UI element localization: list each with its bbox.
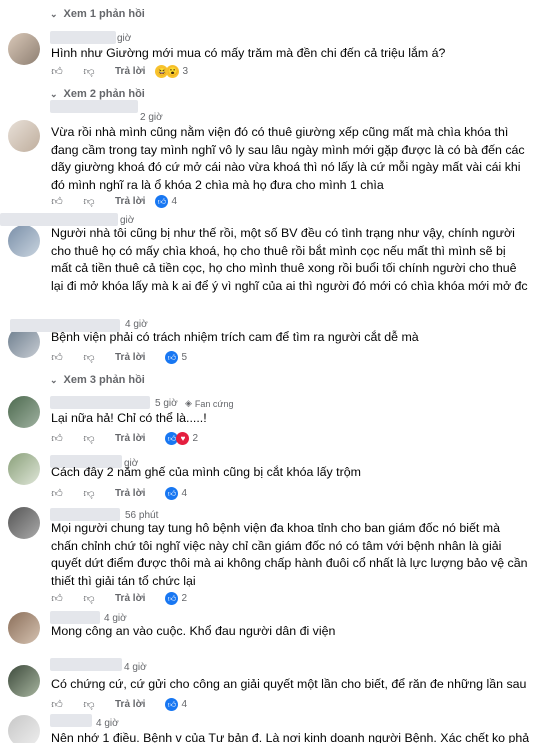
comment-text: Lại nữa hả! Chỉ có thể là.....! xyxy=(51,411,207,425)
comment-actions: 👍︎ 👎︎ Trả lời 👍︎ 2 xyxy=(51,592,187,605)
author-name-redacted xyxy=(50,31,116,44)
comment-text: Người nhà tôi cũng bị như thế rồi, một s… xyxy=(51,226,528,293)
reply-button[interactable]: Trả lời xyxy=(115,196,145,207)
avatar[interactable] xyxy=(8,225,40,257)
author-name-redacted xyxy=(50,396,150,409)
comment-actions: 👍︎ 👎︎ Trả lời 👍︎ 4 xyxy=(51,195,177,208)
avatar[interactable] xyxy=(8,453,40,485)
thumbs-down-icon[interactable]: 👎︎ xyxy=(83,488,95,500)
reply-button[interactable]: Trả lời xyxy=(115,66,145,77)
like-icon: 👍︎ xyxy=(165,592,179,605)
thumbs-up-icon[interactable]: 👍︎ xyxy=(51,196,63,208)
diamond-icon: ◈ xyxy=(185,398,192,408)
reaction-summary[interactable]: 👍︎ 4 xyxy=(155,195,177,208)
view-replies-link[interactable]: ⌄ Xem 3 phản hồi xyxy=(50,374,145,386)
avatar[interactable] xyxy=(8,612,40,644)
fan-badge: ◈ Fan cứng xyxy=(185,398,234,409)
thumbs-down-icon[interactable]: 👎︎ xyxy=(83,433,95,445)
comment-actions: 👍︎ 👎︎ Trả lời 😆 😮 3 xyxy=(51,65,188,78)
comment-actions: 👍︎ 👎︎ Trả lời 👍︎ 4 xyxy=(51,698,187,711)
comment-time: 4 giờ xyxy=(124,662,147,673)
thumbs-up-icon[interactable]: 👍︎ xyxy=(51,433,63,445)
avatar[interactable] xyxy=(8,665,40,697)
like-icon: 👍︎ xyxy=(165,487,179,500)
view-replies-link[interactable]: ⌄ Xem 2 phản hồi xyxy=(50,88,145,100)
reaction-summary[interactable]: 👍︎ 2 xyxy=(165,592,187,605)
reaction-summary[interactable]: 👍︎ 4 xyxy=(165,698,187,711)
avatar[interactable] xyxy=(8,120,40,152)
comment-text: Cách đây 2 năm ghế của mình cũng bị cắt … xyxy=(51,465,361,479)
comment-actions: 👍︎ 👎︎ Trả lời 👍︎ 5 xyxy=(51,351,187,364)
thumbs-down-icon[interactable]: 👎︎ xyxy=(83,66,95,78)
thumbs-up-icon[interactable]: 👍︎ xyxy=(51,66,63,78)
reaction-summary[interactable]: 👍︎ 5 xyxy=(165,351,187,364)
like-icon: 👍︎ xyxy=(155,195,169,208)
thumbs-down-icon[interactable]: 👎︎ xyxy=(83,699,95,711)
thumbs-down-icon[interactable]: 👎︎ xyxy=(83,352,95,364)
thumbs-down-icon[interactable]: 👎︎ xyxy=(83,196,95,208)
comment-text: Hình như Giường mới mua có mấy trăm mà đ… xyxy=(51,46,446,60)
thumbs-down-icon[interactable]: 👎︎ xyxy=(83,593,95,605)
avatar[interactable] xyxy=(8,507,40,539)
thumbs-up-icon[interactable]: 👍︎ xyxy=(51,488,63,500)
comment-time: 4 giờ xyxy=(96,718,119,729)
chevron-down-icon: ⌄ xyxy=(50,374,58,385)
comment-time: giờ xyxy=(117,33,132,44)
comment-text: Vừa rồi nhà mình cũng nằm viện đó có thu… xyxy=(51,125,525,192)
comment-text: Có chứng cứ, cứ gửi cho công an giải quy… xyxy=(51,677,527,691)
reply-button[interactable]: Trả lời xyxy=(115,699,145,710)
author-name-redacted xyxy=(50,714,92,727)
comment-actions: 👍︎ 👎︎ Trả lời 👍︎ 4 xyxy=(51,487,187,500)
avatar[interactable] xyxy=(8,33,40,65)
like-icon: 👍︎ xyxy=(165,351,179,364)
comment-text: Mọi người chung tay tung hô bệnh viện đa… xyxy=(51,521,528,588)
wow-icon: 😮 xyxy=(166,65,180,78)
chevron-down-icon: ⌄ xyxy=(50,88,58,99)
comment-text: Mong công an vào cuộc. Khổ đau người dân… xyxy=(51,624,336,638)
author-name-redacted xyxy=(50,100,138,113)
reply-button[interactable]: Trả lời xyxy=(115,433,145,444)
heart-icon: ♥ xyxy=(176,432,190,445)
comment-text: Nên nhớ 1 điều. Bệnh v của Tư bản đ. Là … xyxy=(51,731,529,743)
author-name-redacted xyxy=(50,658,122,671)
reaction-summary[interactable]: 👍︎ 4 xyxy=(165,487,187,500)
view-replies-link[interactable]: ⌄ Xem 1 phản hồi xyxy=(50,8,145,20)
thumbs-up-icon[interactable]: 👍︎ xyxy=(51,352,63,364)
reply-button[interactable]: Trả lời xyxy=(115,488,145,499)
avatar[interactable] xyxy=(8,715,40,743)
reaction-summary[interactable]: 👍︎ ♥ 2 xyxy=(165,432,198,445)
thumbs-up-icon[interactable]: 👍︎ xyxy=(51,699,63,711)
avatar[interactable] xyxy=(8,396,40,428)
comment-actions: 👍︎ 👎︎ Trả lời 👍︎ ♥ 2 xyxy=(51,432,198,445)
reaction-summary[interactable]: 😆 😮 3 xyxy=(155,65,188,78)
chevron-down-icon: ⌄ xyxy=(50,8,58,19)
thumbs-up-icon[interactable]: 👍︎ xyxy=(51,593,63,605)
reply-button[interactable]: Trả lời xyxy=(115,352,145,363)
comment-time: 5 giờ xyxy=(155,398,178,409)
comment-time: 2 giờ xyxy=(140,112,163,123)
comment-text: Bệnh viện phải có trách nhiệm trích cam … xyxy=(51,330,419,344)
reply-button[interactable]: Trả lời xyxy=(115,593,145,604)
like-icon: 👍︎ xyxy=(165,698,179,711)
